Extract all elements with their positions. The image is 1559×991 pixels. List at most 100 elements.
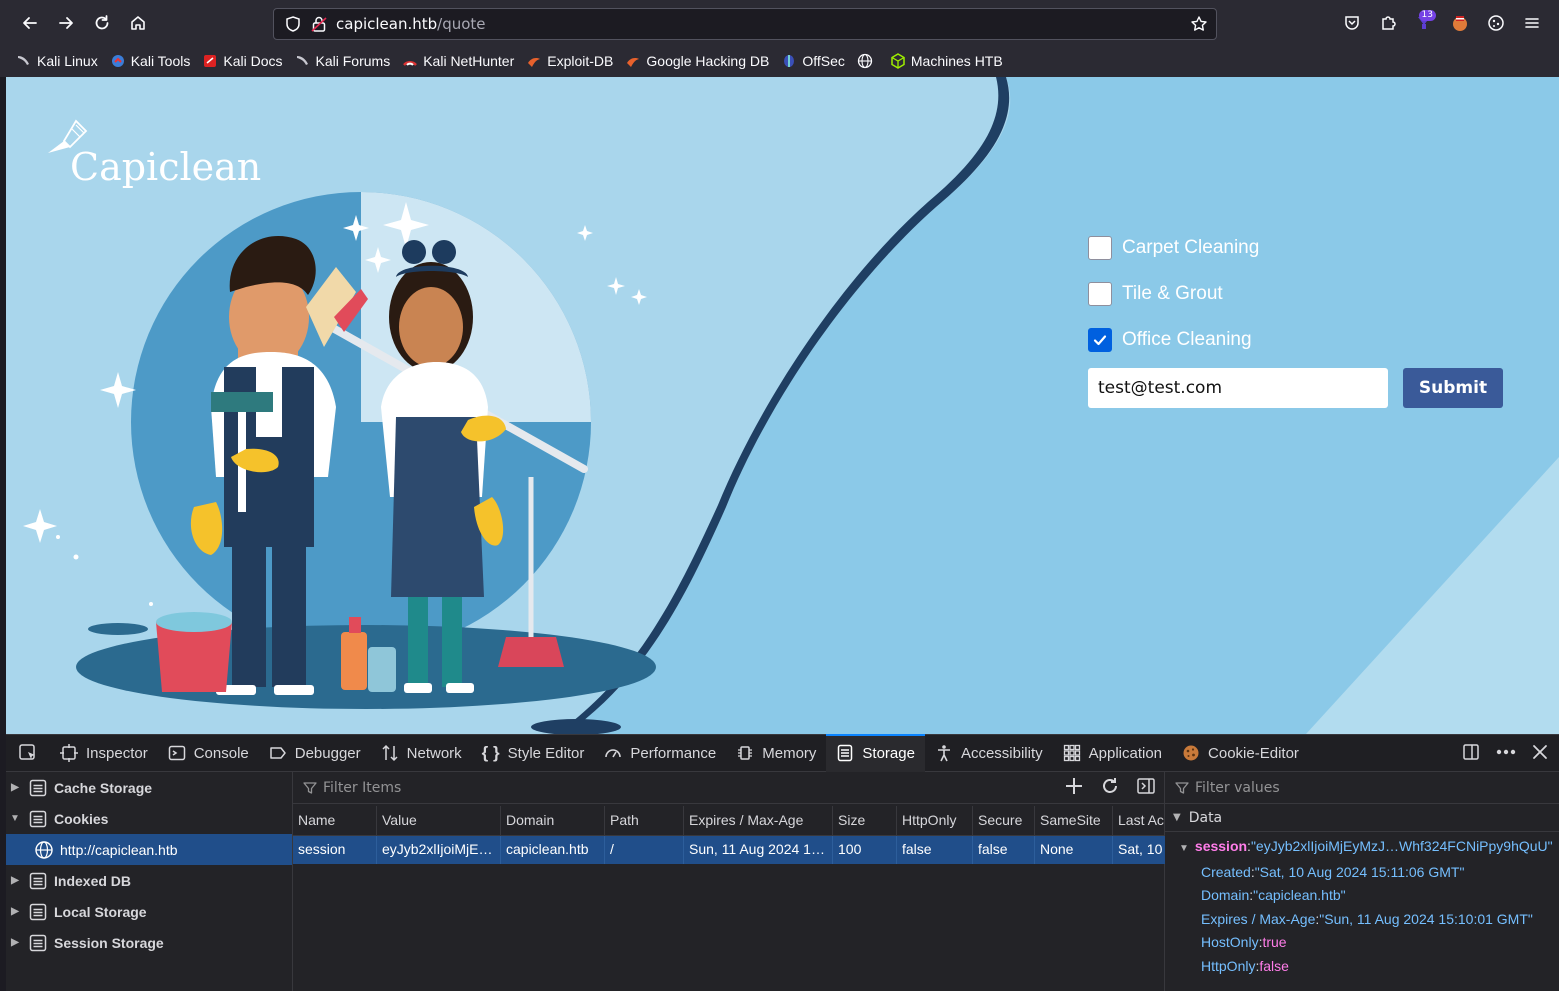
home-button[interactable] [120,7,156,39]
detail-created[interactable]: Created:"Sat, 10 Aug 2024 15:11:06 GMT" [1201,861,1559,885]
detail-hostonly[interactable]: HostOnly:true [1201,931,1559,955]
lock-warning-icon[interactable] [310,15,328,33]
tab-network[interactable]: Network [371,735,472,772]
tree-indexed-db[interactable]: ▶ Indexed DB [6,865,292,896]
cell-httponly[interactable]: false [897,836,973,864]
option-office-cleaning[interactable]: Office Cleaning [1088,317,1259,363]
tree-local-storage[interactable]: ▶ Local Storage [6,896,292,927]
filter-items-bar[interactable]: Filter Items [293,772,1164,804]
column-header[interactable]: Path [605,806,684,835]
storage-tree: ▶ Cache Storage ▼ Cookies http://capiclean… [6,772,293,991]
expand-arrow-icon[interactable]: ▶ [6,937,24,948]
bookmark-offsec[interactable]: OffSec [781,53,845,69]
data-section-header[interactable]: ▼ Data [1165,804,1559,832]
option-carpet-cleaning[interactable]: Carpet Cleaning [1088,225,1259,271]
bookmark-kali-nethunter[interactable]: Kali NetHunter [402,53,514,69]
column-header[interactable]: Last Ac [1113,806,1165,835]
cell-samesite[interactable]: None [1035,836,1113,864]
tree-cookies-capiclean[interactable]: http://capiclean.htb [6,834,292,865]
forward-button[interactable] [48,7,84,39]
checkbox-tile-grout[interactable] [1088,282,1112,306]
checkbox-office-cleaning[interactable] [1088,328,1112,352]
url-bar[interactable]: capiclean.htb/quote [273,8,1217,40]
element-picker-button[interactable] [6,735,50,772]
devtools-close-button[interactable] [1531,743,1549,765]
email-input[interactable] [1088,368,1388,408]
bookmark-exploit-db[interactable]: Exploit-DB [526,53,613,69]
column-header[interactable]: SameSite [1035,806,1113,835]
pocket-button[interactable] [1334,7,1370,39]
column-header[interactable]: Name [293,806,377,835]
tab-performance[interactable]: Performance [594,735,726,772]
tab-storage[interactable]: Storage [826,733,925,772]
pocket-icon [1345,16,1359,30]
bookmark-kali-tools[interactable]: Kali Tools [110,53,190,69]
reload-icon [95,15,109,30]
expand-arrow-icon[interactable]: ▶ [6,906,24,917]
collapse-arrow-icon[interactable]: ▼ [1179,843,1189,854]
detail-domain[interactable]: Domain:"capiclean.htb" [1201,884,1559,908]
column-header[interactable]: Expires / Max-Age [684,806,833,835]
bookmark-machines-htb[interactable]: Machines HTB [890,53,1003,69]
cookie-icon [1488,15,1504,31]
column-header[interactable]: Value [377,806,501,835]
tab-inspector[interactable]: Inspector [50,735,158,772]
checkbox-carpet-cleaning[interactable] [1088,236,1112,260]
ublock-extension-button[interactable]: 13 [1406,7,1442,39]
detail-expires[interactable]: Expires / Max-Age:"Sun, 11 Aug 2024 15:1… [1201,908,1559,932]
reload-button[interactable] [84,7,120,39]
collapse-arrow-icon[interactable]: ▼ [1173,812,1181,823]
toggle-sidebar-button[interactable] [1136,776,1156,800]
tab-application[interactable]: Application [1053,735,1172,772]
shield-icon[interactable] [284,15,302,33]
expand-arrow-icon[interactable]: ▶ [6,782,24,793]
tree-cookies[interactable]: ▼ Cookies [6,803,292,834]
cell-last-accessed[interactable]: Sat, 10 A [1113,836,1165,864]
tab-style-editor[interactable]: { } Style Editor [472,735,595,772]
bookmark-star-icon[interactable] [1190,15,1208,33]
plus-icon [1066,778,1082,794]
cell-size[interactable]: 100 [833,836,897,864]
devtools-more-button[interactable] [1495,742,1517,766]
add-item-button[interactable] [1064,776,1084,800]
tree-cache-storage[interactable]: ▶ Cache Storage [6,772,292,803]
bookmark-kali-linux[interactable]: Kali Linux [16,53,98,69]
bookmark-kali-docs[interactable]: Kali Docs [202,53,283,69]
option-tile-grout[interactable]: Tile & Grout [1088,271,1259,317]
table-row[interactable]: session eyJyb2xlIjoiMjE… capiclean.htb /… [293,836,1165,864]
cookie-editor-button[interactable] [1478,7,1514,39]
filter-values-bar[interactable]: Filter values [1165,772,1559,804]
bookmark-kali-forums[interactable]: Kali Forums [295,53,390,69]
column-header[interactable]: Domain [501,806,605,835]
cell-secure[interactable]: false [973,836,1035,864]
cell-expires[interactable]: Sun, 11 Aug 2024 15… [684,836,833,864]
detail-session[interactable]: ▼ session:"eyJyb2xlIjoiMjEyMzJ…Whf324FCNi… [1179,835,1559,861]
back-button[interactable] [12,7,48,39]
foxyproxy-button[interactable] [1442,7,1478,39]
tab-console[interactable]: Console [158,735,259,772]
column-header[interactable]: Secure [973,806,1035,835]
collapse-arrow-icon[interactable]: ▼ [6,813,24,824]
refresh-button[interactable] [1100,776,1120,800]
tab-cookie-editor[interactable]: Cookie-Editor [1172,735,1309,772]
cell-value[interactable]: eyJyb2xlIjoiMjE… [377,836,501,864]
column-header[interactable]: Size [833,806,897,835]
detail-httponly[interactable]: HttpOnly:false [1201,955,1559,979]
cell-name[interactable]: session [293,836,377,864]
database-icon [29,872,47,889]
column-header[interactable]: HttpOnly [897,806,973,835]
app-menu-button[interactable] [1514,7,1550,39]
bookmark-globe[interactable] [857,53,878,69]
refresh-icon [1103,778,1117,793]
extensions-button[interactable] [1370,7,1406,39]
submit-button[interactable]: Submit [1403,368,1503,408]
expand-arrow-icon[interactable]: ▶ [6,875,24,886]
bookmark-google-hacking-db[interactable]: Google Hacking DB [625,53,769,69]
tab-memory[interactable]: Memory [726,735,826,772]
dock-side-button[interactable] [1461,742,1481,766]
cell-path[interactable]: / [605,836,684,864]
tab-debugger[interactable]: Debugger [259,735,371,772]
cell-domain[interactable]: capiclean.htb [501,836,605,864]
tab-accessibility[interactable]: Accessibility [925,735,1053,772]
tree-session-storage[interactable]: ▶ Session Storage [6,927,292,958]
